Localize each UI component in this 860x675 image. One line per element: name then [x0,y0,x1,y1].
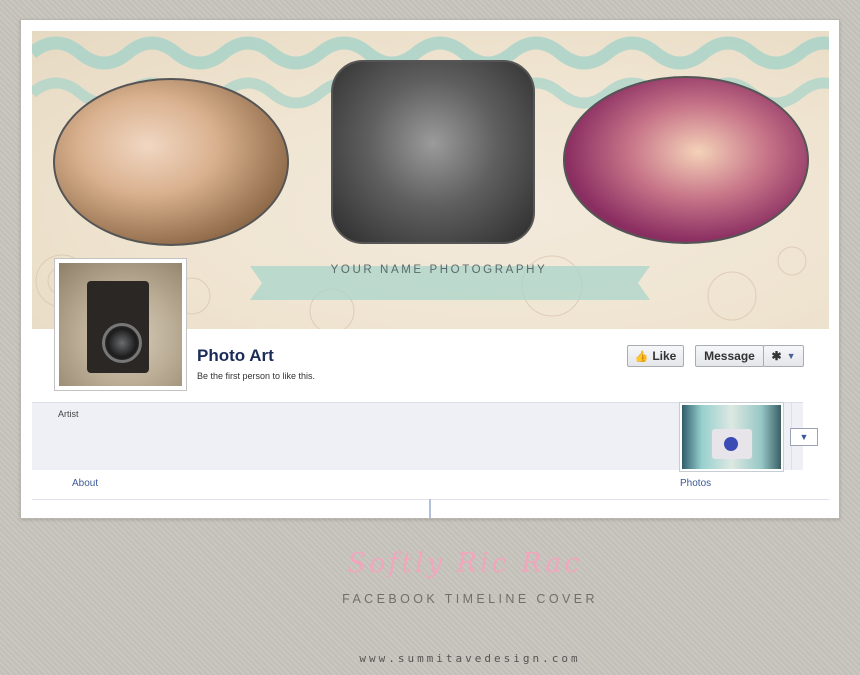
cover-photo-left-tent [53,78,289,246]
message-button[interactable]: Message [695,345,764,367]
chevron-down-icon: ▼ [799,432,809,442]
timeline-center-line [429,499,431,518]
photos-thumbnail-image [682,405,781,469]
thumbnail-camera [712,429,752,459]
website-url: www.summitavedesign.com [359,652,581,665]
tab-photos[interactable]: Photos [680,478,711,489]
page-category: Artist [58,409,79,419]
gear-icon: ✱ [771,349,782,363]
cover-photo-center-kids [331,60,535,244]
page-title[interactable]: Photo Art [197,346,274,366]
vintage-camera-photo [59,263,182,386]
photos-tab-thumbnail[interactable] [679,402,784,472]
chevron-down-icon: ▼ [786,351,796,361]
like-button[interactable]: 👍 Like [627,345,684,367]
settings-dropdown-button[interactable]: ✱ ▼ [763,345,804,367]
tab-about[interactable]: About [72,478,98,489]
cover-photo-right-girl [563,76,809,244]
thumbnail-lens [724,437,738,451]
product-script-title: Softly Ric Rac [347,548,583,579]
like-label: Like [652,349,677,363]
product-subtitle: FACEBOOK TIMELINE COVER [342,592,598,606]
camera-lens [102,323,142,363]
profile-picture[interactable] [54,258,187,391]
like-prompt: Be the first person to like this. [197,371,316,381]
timeline-frame: YOUR NAME PHOTOGRAPHY Photo Art Be the f… [20,19,840,519]
thumbs-up-icon: 👍 [634,350,649,363]
expand-tabs-button[interactable]: ▼ [790,428,818,446]
cover-tagline: YOUR NAME PHOTOGRAPHY [330,264,548,276]
message-label: Message [704,349,755,363]
